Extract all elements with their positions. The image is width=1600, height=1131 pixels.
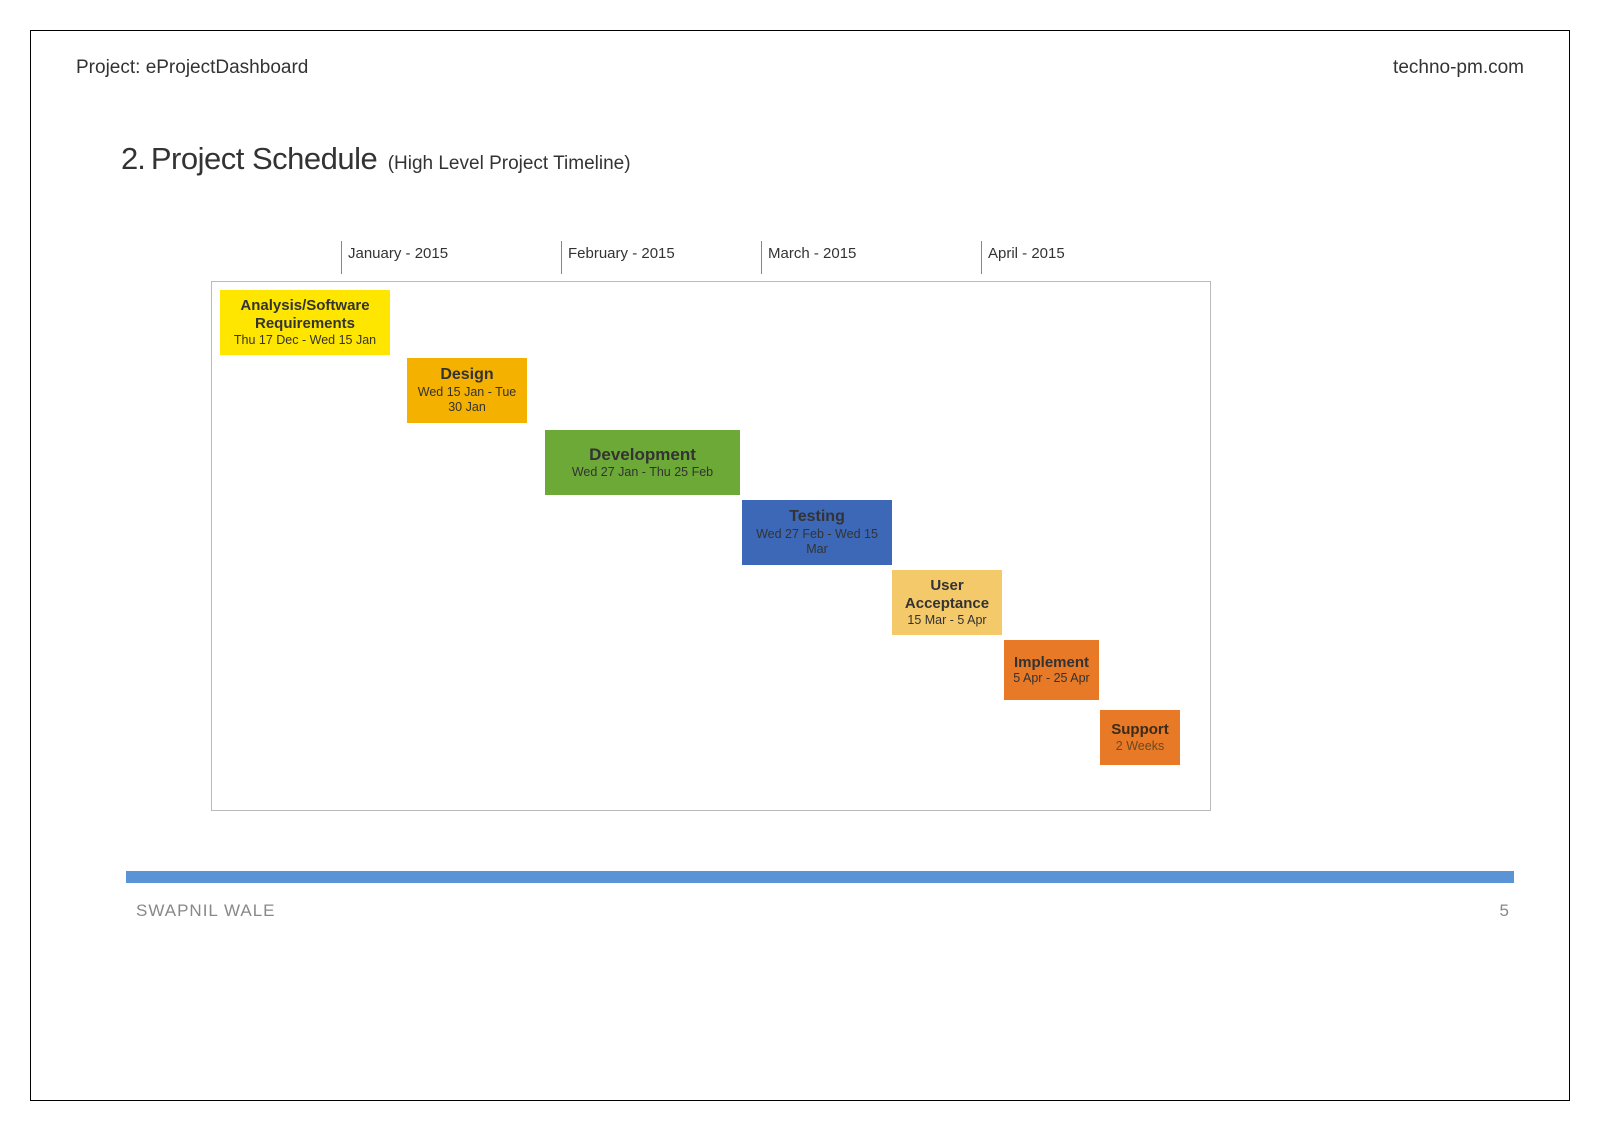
timeline-chart: January - 2015 February - 2015 March - 201…	[211, 241, 1211, 811]
document-frame: Project: eProjectDashboard techno-pm.com…	[30, 30, 1570, 1101]
site-label: techno-pm.com	[1393, 57, 1524, 79]
task-bar: DevelopmentWed 27 Jan - Thu 25 Feb	[545, 430, 740, 495]
task-bar: Support2 Weeks	[1100, 710, 1180, 765]
task-dates: Wed 15 Jan - Tue 30 Jan	[411, 385, 523, 415]
month-axis: January - 2015 February - 2015 March - 201…	[211, 241, 1211, 281]
footer-author: SWAPNIL WALE	[136, 901, 276, 921]
task-dates: Wed 27 Feb - Wed 15 Mar	[746, 527, 888, 557]
task-title: Implement	[1008, 654, 1095, 672]
month-label: January - 2015	[341, 241, 454, 274]
month-label: February - 2015	[561, 241, 681, 274]
month-label: March - 2015	[761, 241, 862, 274]
task-title: User Acceptance	[896, 577, 998, 612]
month-label: April - 2015	[981, 241, 1071, 274]
task-title: Support	[1104, 721, 1176, 739]
task-bar: TestingWed 27 Feb - Wed 15 Mar	[742, 500, 892, 565]
project-label: Project: eProjectDashboard	[76, 57, 308, 79]
task-dates: 15 Mar - 5 Apr	[896, 613, 998, 628]
task-title: Analysis/Software Requirements	[224, 297, 386, 332]
section-subtitle: (High Level Project Timeline)	[388, 153, 631, 174]
task-dates: 5 Apr - 25 Apr	[1008, 671, 1095, 686]
task-bar: DesignWed 15 Jan - Tue 30 Jan	[407, 358, 527, 423]
task-dates: 2 Weeks	[1104, 739, 1176, 754]
section-number: 2.	[121, 141, 145, 177]
task-dates: Thu 17 Dec - Wed 15 Jan	[224, 333, 386, 348]
task-bar: User Acceptance15 Mar - 5 Apr	[892, 570, 1002, 635]
task-bar: Analysis/Software RequirementsThu 17 Dec…	[220, 290, 390, 355]
task-bar: Implement5 Apr - 25 Apr	[1004, 640, 1099, 700]
task-title: Testing	[746, 508, 888, 527]
footer-divider	[126, 871, 1514, 883]
task-title: Development	[549, 445, 736, 465]
section-title: 2.Project Schedule (High Level Project T…	[121, 141, 631, 177]
section-title-text: Project Schedule	[151, 141, 377, 176]
task-dates: Wed 27 Jan - Thu 25 Feb	[549, 465, 736, 480]
task-title: Design	[411, 366, 523, 385]
footer-page-number: 5	[1500, 901, 1509, 921]
gantt-area: Analysis/Software RequirementsThu 17 Dec…	[211, 281, 1211, 811]
